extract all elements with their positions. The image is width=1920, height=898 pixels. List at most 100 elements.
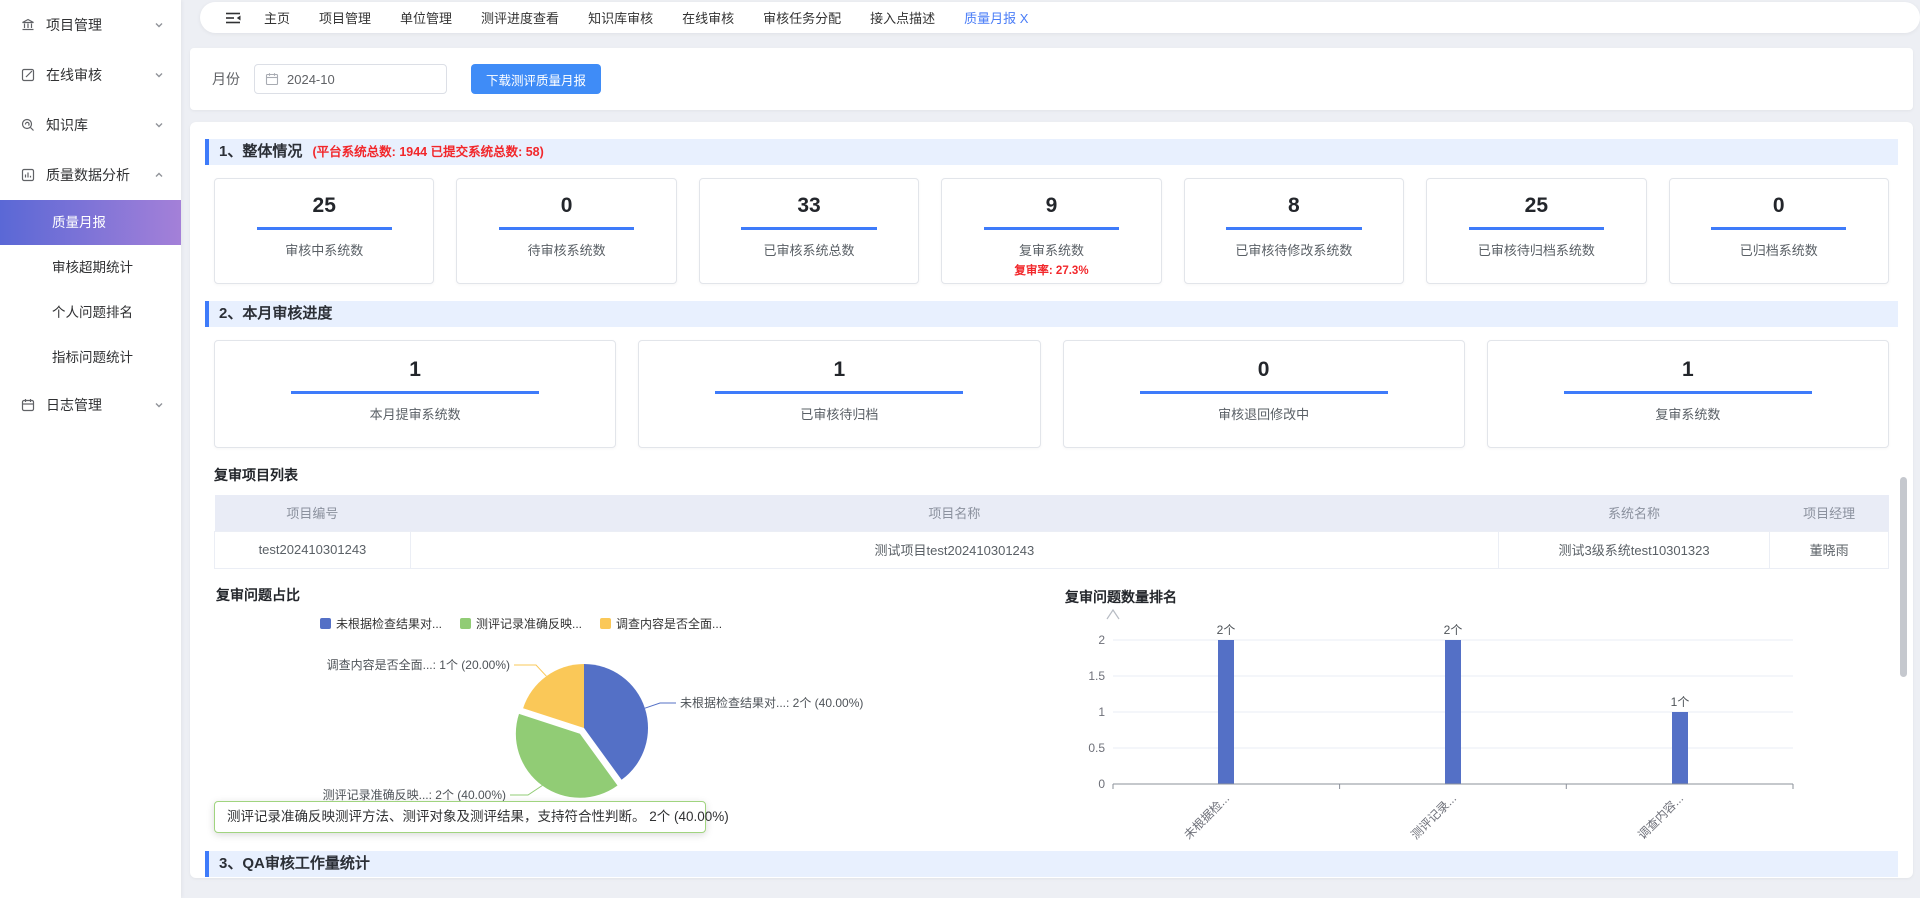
stat-card-month-to-archive: 1 已审核待归档 (638, 340, 1040, 448)
panel-scrollbar[interactable] (1900, 477, 1907, 677)
stat-label: 审核退回修改中 (1064, 404, 1464, 423)
sidebar: 项目管理 在线审核 知识库 质量数据分析 质量月报 审核超期统计 个人问题排名 … (0, 0, 181, 898)
svg-text:1.5: 1.5 (1088, 669, 1105, 683)
pie-label-green: 测评记录准确反映...: 2个 (40.00%) (323, 788, 506, 801)
stat-card-month-submitted: 1 本月提审系统数 (214, 340, 616, 448)
stat-value: 1 (1488, 358, 1888, 382)
sidebar-subitem-quality-monthly-report[interactable]: 质量月报 (0, 200, 181, 245)
stat-value: 8 (1185, 194, 1403, 218)
svg-text:未根据检...: 未根据检... (1180, 790, 1232, 842)
stat-card-to-modify: 8 已审核待修改系统数 (1184, 178, 1404, 284)
calendar-icon (265, 72, 279, 86)
table-row[interactable]: test202410301243 测试项目test202410301243 测试… (215, 531, 1889, 568)
stat-value: 25 (215, 194, 433, 218)
download-report-button[interactable]: 下载测评质量月报 (471, 64, 601, 94)
chevron-down-icon (153, 19, 165, 31)
sidebar-item-label: 知识库 (46, 115, 153, 135)
nav-tab-home[interactable]: 主页 (264, 8, 290, 27)
sidebar-subitem-indicator-issue-stats[interactable]: 指标问题统计 (0, 335, 181, 380)
stat-card-archived: 0 已归档系统数 (1669, 178, 1889, 284)
col-header-project-id: 项目编号 (215, 495, 411, 531)
bar-issue-2[interactable] (1445, 640, 1461, 784)
sidebar-subitem-review-overdue-stats[interactable]: 审核超期统计 (0, 245, 181, 290)
stat-card-reviewing: 25 审核中系统数 (214, 178, 434, 284)
bar-issue-1[interactable] (1218, 640, 1234, 784)
bank-icon (20, 17, 36, 33)
stat-card-re-review: 9 复审系统数 复审率: 27.3% (941, 178, 1161, 284)
section-qa-title: 3、QA审核工作量统计 (219, 855, 370, 872)
overview-cards-row: 25 审核中系统数 0 待审核系统数 33 已审核系统总数 9 复审系统数 复审… (214, 178, 1889, 284)
nav-tab-online-review[interactable]: 在线审核 (682, 8, 734, 27)
cell-project-manager: 董晓雨 (1770, 531, 1889, 568)
svg-text:2个: 2个 (1217, 623, 1236, 637)
leader-line-green (510, 785, 542, 795)
svg-text:测评记录...: 测评记录... (1408, 791, 1459, 842)
stat-card-month-returned: 0 审核退回修改中 (1063, 340, 1465, 448)
sidebar-item-online-review[interactable]: 在线审核 (0, 50, 181, 100)
svg-text:2: 2 (1098, 633, 1105, 647)
stat-label: 审核中系统数 (215, 240, 433, 259)
stat-label: 复审系统数 (942, 240, 1160, 259)
close-tab-icon[interactable]: X (1020, 11, 1029, 26)
stat-card-to-archive: 25 已审核待归档系统数 (1426, 178, 1646, 284)
stat-value: 0 (1670, 194, 1888, 218)
stat-value: 0 (457, 194, 675, 218)
chevron-down-icon (153, 69, 165, 81)
stat-underline (715, 391, 963, 394)
stat-label: 已审核待归档系统数 (1427, 240, 1645, 259)
pie-chart-title: 复审问题占比 (216, 585, 300, 605)
sidebar-item-quality-data-analysis[interactable]: 质量数据分析 (0, 150, 181, 200)
stat-underline (1711, 227, 1846, 230)
pie-chart[interactable]: 调查内容是否全面...: 1个 (20.00%) 未根据检查结果对...: 2个… (214, 623, 994, 801)
svg-text:0.5: 0.5 (1088, 741, 1105, 755)
stat-underline (291, 391, 539, 394)
section-monthly-title: 2、本月审核进度 (219, 305, 332, 322)
stat-label: 已审核待修改系统数 (1185, 240, 1403, 259)
stat-underline (1564, 391, 1812, 394)
nav-tab-unit-mgmt[interactable]: 单位管理 (400, 8, 452, 27)
stat-underline (1140, 391, 1388, 394)
sidebar-item-label: 日志管理 (46, 395, 153, 415)
month-picker-input[interactable]: 2024-10 (254, 64, 447, 94)
nav-tab-knowledge-review[interactable]: 知识库审核 (588, 8, 653, 27)
col-header-project-manager: 项目经理 (1770, 495, 1889, 531)
sidebar-item-project-mgmt[interactable]: 项目管理 (0, 0, 181, 50)
review-table-title: 复审项目列表 (214, 465, 1889, 485)
filter-bar: 月份 2024-10 下载测评质量月报 (190, 48, 1913, 110)
section-overview-note: (平台系统总数: 1944 已提交系统总数: 58) (313, 145, 544, 159)
sidebar-subitem-personal-issue-ranking[interactable]: 个人问题排名 (0, 290, 181, 335)
nav-tab-project-mgmt[interactable]: 项目管理 (319, 8, 371, 27)
leader-line-yellow (514, 665, 546, 676)
col-header-system-name: 系统名称 (1498, 495, 1769, 531)
nav-tab-access-point[interactable]: 接入点描述 (870, 8, 935, 27)
stat-label: 已归档系统数 (1670, 240, 1888, 259)
svg-text:1个: 1个 (1671, 695, 1690, 709)
knowledge-base-icon (20, 117, 36, 133)
nav-tab-progress-view[interactable]: 测评进度查看 (481, 8, 559, 27)
stat-underline (984, 227, 1119, 230)
re-review-rate: 复审率: 27.3% (942, 262, 1160, 278)
bar-chart[interactable]: 2 1.5 1 0.5 0 2个 2个 1个 (1067, 603, 1867, 849)
stat-value: 0 (1064, 358, 1464, 382)
chevron-up-icon (153, 169, 165, 181)
cell-project-id: test202410301243 (215, 531, 411, 568)
table-header-row: 项目编号 项目名称 系统名称 项目经理 (215, 495, 1889, 531)
leader-line-blue (645, 703, 676, 708)
collapse-sidebar-icon[interactable] (224, 10, 242, 26)
stat-underline (499, 227, 634, 230)
bar-x-labels: 未根据检... 测评记录... 调查内容... (1180, 790, 1686, 842)
top-navbar: 主页 项目管理 单位管理 测评进度查看 知识库审核 在线审核 审核任务分配 接入… (200, 2, 1920, 33)
section-qa-header: 3、QA审核工作量统计 (205, 851, 1898, 877)
stat-card-reviewed-total: 33 已审核系统总数 (699, 178, 919, 284)
nav-tab-task-assign[interactable]: 审核任务分配 (763, 8, 841, 27)
nav-tab-quality-monthly-report[interactable]: 质量月报 X (964, 8, 1028, 27)
sidebar-item-log-mgmt[interactable]: 日志管理 (0, 380, 181, 430)
bar-issue-3[interactable] (1672, 712, 1688, 784)
svg-text:调查内容...: 调查内容... (1634, 790, 1686, 842)
y-axis-arrow-icon (1107, 610, 1119, 619)
stat-card-month-re-review: 1 复审系统数 (1487, 340, 1889, 448)
stat-value: 33 (700, 194, 918, 218)
sidebar-item-label: 项目管理 (46, 15, 153, 35)
section-overview-header: 1、整体情况 (平台系统总数: 1944 已提交系统总数: 58) (205, 139, 1898, 165)
sidebar-item-knowledge-base[interactable]: 知识库 (0, 100, 181, 150)
